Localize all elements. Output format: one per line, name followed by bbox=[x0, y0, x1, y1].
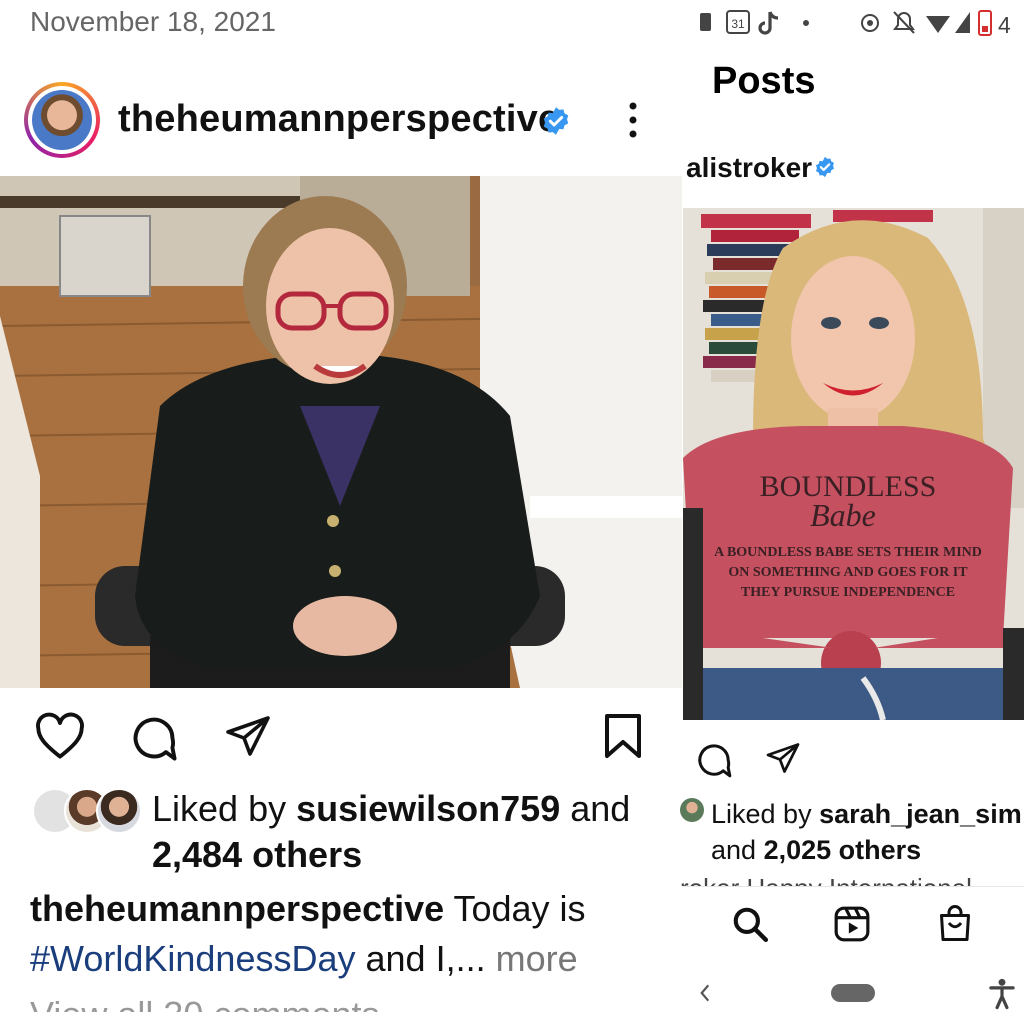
liked-by-text-right[interactable]: Liked by sarah_jean_simand 2,025 others bbox=[711, 796, 1024, 868]
battery-level: 4 bbox=[998, 12, 1011, 38]
post-username[interactable]: theheumannperspective bbox=[118, 98, 559, 141]
tiktok-icon bbox=[758, 11, 779, 35]
shop-bag-icon[interactable] bbox=[937, 903, 973, 943]
search-icon[interactable] bbox=[731, 905, 769, 943]
caption-rest: and I,... bbox=[355, 938, 486, 979]
reels-icon[interactable] bbox=[833, 905, 871, 943]
shirt-text-line5: THEY PURSUE INDEPENDENCE bbox=[741, 585, 955, 600]
phone-icon bbox=[700, 13, 711, 31]
liked-by-avatars[interactable] bbox=[32, 788, 142, 834]
signal-icon bbox=[955, 12, 970, 33]
post-image[interactable] bbox=[0, 176, 682, 688]
status-bar: 31 4 bbox=[700, 10, 1011, 38]
verified-badge-icon bbox=[816, 156, 834, 178]
caption-hashtag[interactable]: #WorldKindnessDay bbox=[30, 938, 356, 979]
like-heart-icon[interactable] bbox=[34, 712, 86, 760]
caption-text: Today is bbox=[444, 888, 586, 929]
accessibility-icon[interactable] bbox=[987, 978, 1017, 1010]
battery-low-icon bbox=[978, 10, 992, 36]
avatar-image bbox=[32, 90, 92, 150]
post-caption: theheumannperspective Today is #WorldKind… bbox=[30, 884, 660, 984]
likes-count[interactable]: 2,484 others bbox=[152, 834, 362, 875]
liked-by-and: and bbox=[560, 788, 631, 829]
liked-by-user[interactable]: susiewilson759 bbox=[296, 788, 560, 829]
save-bookmark-icon[interactable] bbox=[602, 712, 644, 760]
back-chevron-icon[interactable] bbox=[697, 982, 713, 1004]
shirt-text-line4: ON SOMETHING AND GOES FOR IT bbox=[728, 565, 968, 580]
page-title: Posts bbox=[712, 60, 816, 102]
caption-cutoff-right: roker Happy International bbox=[680, 868, 1024, 886]
location-target-icon bbox=[861, 14, 879, 32]
likes-count[interactable]: 2,025 others bbox=[764, 835, 922, 865]
post-date: November 18, 2021 bbox=[30, 6, 276, 37]
view-comments-link[interactable]: View all 30 comments bbox=[30, 990, 380, 1012]
liked-by-user[interactable]: sarah_jean_sim bbox=[819, 799, 1022, 829]
wifi-icon bbox=[926, 16, 950, 33]
calendar-icon: 31 bbox=[726, 10, 750, 34]
shirt-text-line3: A BOUNDLESS BABE SETS THEIR MIND bbox=[714, 545, 982, 560]
more-options-icon[interactable] bbox=[618, 100, 648, 140]
home-pill[interactable] bbox=[831, 984, 875, 1002]
system-navigation-bar bbox=[683, 962, 1024, 1024]
mute-bell-icon bbox=[893, 11, 915, 34]
notification-dot-icon bbox=[803, 20, 809, 26]
comment-icon[interactable] bbox=[694, 740, 734, 780]
verified-badge-icon bbox=[543, 107, 569, 135]
share-send-icon[interactable] bbox=[764, 740, 802, 776]
shirt-text-line2: Babe bbox=[810, 497, 876, 533]
liker-avatar bbox=[96, 788, 142, 834]
comment-icon[interactable] bbox=[128, 712, 180, 764]
caption-more-link[interactable]: more bbox=[486, 938, 578, 979]
liker-avatar[interactable] bbox=[680, 798, 704, 822]
post-username-right[interactable]: alistroker bbox=[686, 152, 812, 184]
profile-avatar[interactable] bbox=[24, 82, 100, 158]
liked-by-prefix: Liked by bbox=[711, 799, 820, 829]
caption-username[interactable]: theheumannperspective bbox=[30, 888, 444, 929]
post-image-right[interactable]: BOUNDLESS Babe A BOUNDLESS BABE SETS THE… bbox=[683, 208, 1024, 720]
share-send-icon[interactable] bbox=[222, 712, 274, 760]
liked-by-text[interactable]: Liked by susiewilson759 and 2,484 others bbox=[152, 786, 672, 878]
liked-by-and: and bbox=[711, 835, 764, 865]
liked-by-prefix: Liked by bbox=[152, 788, 297, 829]
bottom-navigation bbox=[683, 886, 1024, 959]
calendar-day: 31 bbox=[731, 17, 745, 31]
